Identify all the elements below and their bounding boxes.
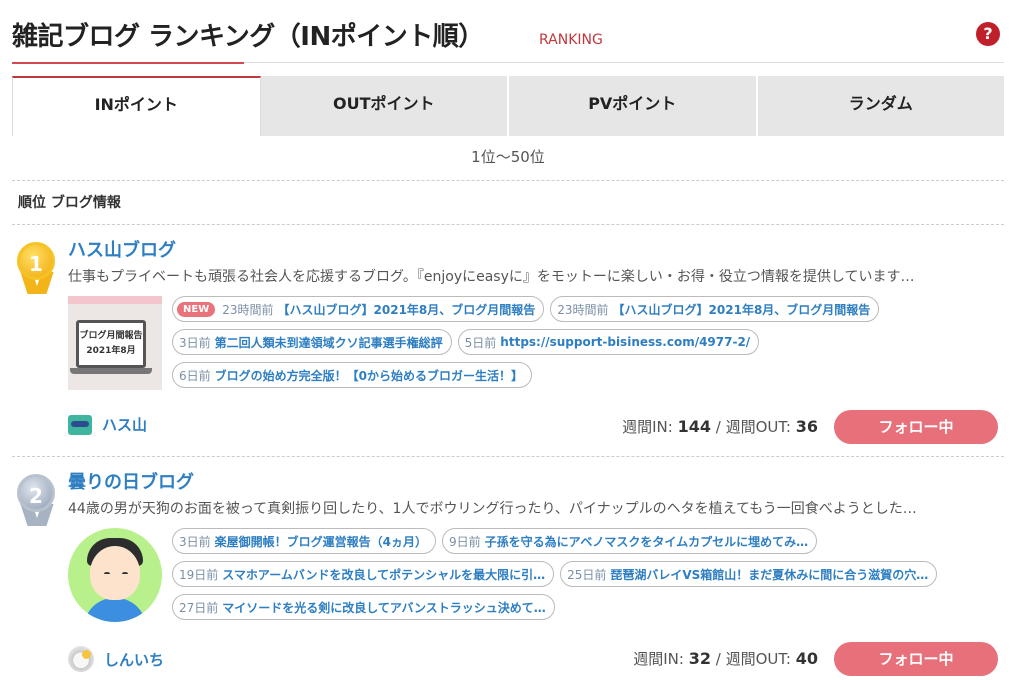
article-chip[interactable]: 25日前 琵琶湖バレイVS箱館山！まだ夏休みに間に合う滋賀の穴… xyxy=(560,561,938,587)
blog-thumbnail[interactable]: ブログ月間報告 2021年8月 xyxy=(68,296,162,390)
follow-button[interactable]: フォロー中 xyxy=(834,410,998,444)
article-chip[interactable]: 27日前 マイソードを光る剣に改良してアバンストラッシュ決めて… xyxy=(172,594,555,620)
tab-pv-points[interactable]: PVポイント xyxy=(509,76,758,136)
article-chip[interactable]: 6日前 ブログの始め方完全版！【0から始めるブロガー生活！】 xyxy=(172,362,532,388)
article-chip[interactable]: 23時間前 【ハス山ブログ】2021年8月、ブログ月間報告 xyxy=(550,296,880,322)
weekly-out-value: 40 xyxy=(795,649,818,668)
article-title: 【ハス山ブログ】2021年8月、ブログ月間報告 xyxy=(612,302,871,317)
article-time: 6日前 xyxy=(179,368,211,383)
rank-number: 2 xyxy=(17,474,55,512)
gold-medal-icon: 1 xyxy=(14,242,60,294)
article-time: 25日前 xyxy=(567,567,607,582)
article-time: 5日前 xyxy=(464,335,497,350)
follow-button[interactable]: フォロー中 xyxy=(834,642,998,676)
article-time: 27日前 xyxy=(179,600,219,615)
article-title: 子孫を守る為にアベノマスクをタイムカプセルに埋めてみ… xyxy=(484,534,809,549)
article-list: 3日前 楽屋御開帳！ブログ運営報告（4ヵ月） 9日前 子孫を守る為にアベノマスク… xyxy=(172,528,1002,627)
ranking-entry: 2 曇りの日ブログ 44歳の男が天狗のお面を被って真剣振り回したり、1人でボウリ… xyxy=(12,468,1004,678)
article-chip[interactable]: NEW 23時間前 【ハス山ブログ】2021年8月、ブログ月間報告 xyxy=(172,296,545,322)
blog-name-link[interactable]: 曇りの日ブログ xyxy=(68,468,194,494)
ranking-tabs: INポイント OUTポイント PVポイント ランダム xyxy=(12,76,1004,136)
article-title: 楽屋御開帳！ブログ運営報告（4ヵ月） xyxy=(214,534,427,549)
article-chip[interactable]: 3日前 楽屋御開帳！ブログ運営報告（4ヵ月） xyxy=(172,528,436,554)
tab-in-points[interactable]: INポイント xyxy=(12,76,261,136)
page-subtitle: RANKING xyxy=(539,32,603,48)
article-time: 23時間前 xyxy=(222,302,274,317)
tab-out-points[interactable]: OUTポイント xyxy=(260,76,509,136)
article-title: マイソードを光る剣に改良してアバンストラッシュ決めて… xyxy=(222,600,546,615)
article-time: 3日前 xyxy=(179,335,211,350)
article-chip[interactable]: 9日前 子孫を守る為にアベノマスクをタイムカプセルに埋めてみ… xyxy=(442,528,818,554)
divider xyxy=(12,224,1004,225)
new-badge: NEW xyxy=(177,301,216,317)
divider xyxy=(12,180,1004,181)
article-time: 3日前 xyxy=(179,534,211,549)
laptop-image: ブログ月間報告 2021年8月 xyxy=(76,320,146,368)
article-time: 19日前 xyxy=(179,567,219,582)
article-chip[interactable]: 3日前 第二回人類未到達領域クソ記事選手権総評 xyxy=(172,329,452,355)
blog-thumbnail[interactable] xyxy=(68,528,162,622)
rank-range: 1位〜50位 xyxy=(471,148,545,166)
article-title: 琵琶湖バレイVS箱館山！まだ夏休みに間に合う滋賀の穴… xyxy=(610,567,929,582)
article-title: 第二回人類未到達領域クソ記事選手権総評 xyxy=(214,335,443,350)
author-link[interactable]: ハス山 xyxy=(68,414,147,435)
page-header: 雑記ブログ ランキング（INポイント順） RANKING ? xyxy=(12,12,1004,62)
weekly-out-value: 36 xyxy=(795,417,818,436)
article-title: 【ハス山ブログ】2021年8月、ブログ月間報告 xyxy=(277,302,536,317)
article-chip[interactable]: 5日前 https://support-bisiness.com/4977-2/ xyxy=(457,329,760,355)
weekly-in-value: 32 xyxy=(688,649,711,668)
rank-number: 1 xyxy=(17,242,55,280)
author-avatar-icon xyxy=(68,414,92,435)
help-icon[interactable]: ? xyxy=(976,22,1000,46)
author-name: しんいち xyxy=(104,650,165,669)
article-list: NEW 23時間前 【ハス山ブログ】2021年8月、ブログ月間報告 23時間前 … xyxy=(172,296,1002,395)
blog-description: 仕事もプライベートも頑張る社会人を応援するブログ。『enjoyにeasyに』をモ… xyxy=(68,269,915,285)
blog-description: 44歳の男が天狗のお面を被って真剣振り回したり、1人でボウリング行ったり、パイナ… xyxy=(68,501,917,517)
article-title: https://support-bisiness.com/4977-2/ xyxy=(500,335,751,349)
article-chip[interactable]: 19日前 スマホアームバンドを改良してポテンシャルを最大限に引… xyxy=(172,561,555,587)
ranking-entry: 1 ハス山ブログ 仕事もプライベートも頑張る社会人を応援するブログ。『enjoy… xyxy=(12,236,1004,446)
avatar-face-image xyxy=(90,546,140,600)
blog-name-link[interactable]: ハス山ブログ xyxy=(68,236,176,262)
tab-random[interactable]: ランダム xyxy=(757,76,1004,136)
author-name: ハス山 xyxy=(102,416,148,434)
article-time: 9日前 xyxy=(449,534,481,549)
page-title: 雑記ブログ ランキング（INポイント順） xyxy=(12,22,484,52)
weekly-stats: 週間IN: 32 / 週間OUT: 40 xyxy=(633,649,818,668)
divider xyxy=(12,456,1004,457)
column-header: 順位 ブログ情報 xyxy=(18,195,121,211)
silver-medal-icon: 2 xyxy=(14,474,60,526)
article-title: ブログの始め方完全版！【0から始めるブロガー生活！】 xyxy=(214,368,523,383)
article-title: スマホアームバンドを改良してポテンシャルを最大限に引… xyxy=(222,567,546,582)
article-time: 23時間前 xyxy=(557,302,609,317)
weekly-stats: 週間IN: 144 / 週間OUT: 36 xyxy=(622,417,818,436)
weekly-in-value: 144 xyxy=(677,417,711,436)
author-link[interactable]: しんいち xyxy=(68,646,164,672)
author-avatar-icon xyxy=(68,646,94,672)
header-accent-line xyxy=(12,62,244,64)
